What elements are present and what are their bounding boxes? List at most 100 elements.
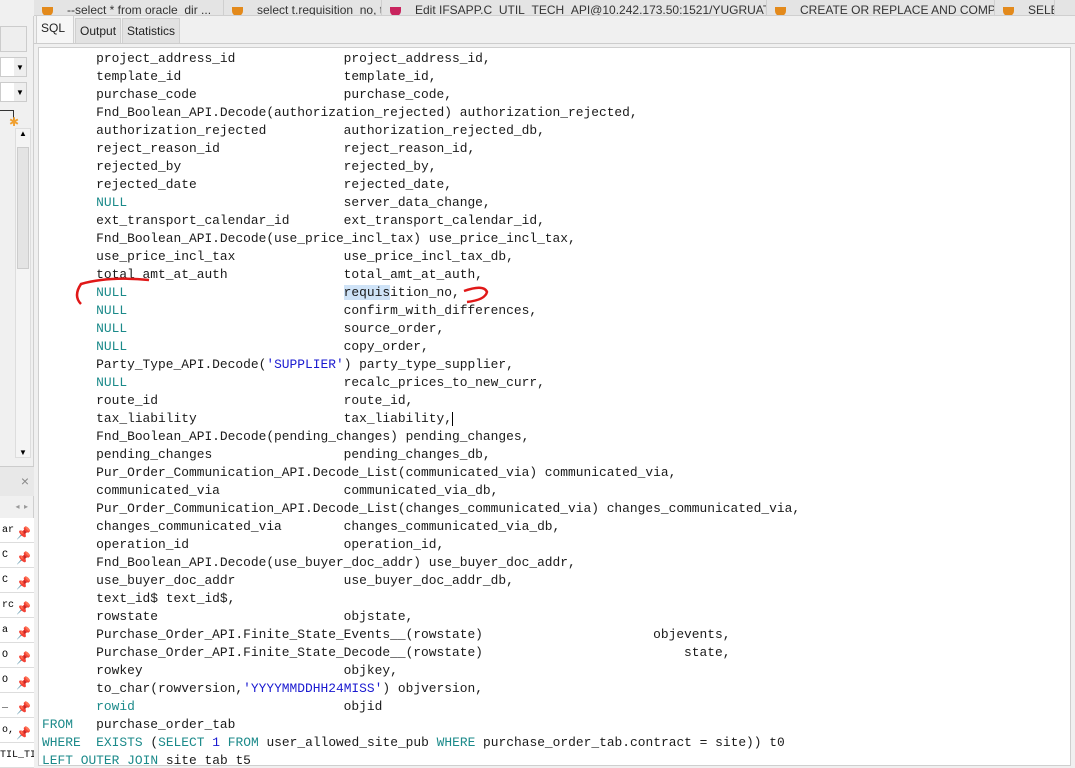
pinned-item[interactable]: _ 📌 xyxy=(0,693,34,718)
code-expression: NULL xyxy=(96,375,128,390)
pin-icon[interactable]: 📌 xyxy=(16,722,31,742)
text-cursor xyxy=(451,411,453,426)
tab-statistics[interactable]: Statistics xyxy=(122,18,181,43)
code-token: Party_Type_API.Decode( xyxy=(96,357,267,372)
pin-icon[interactable]: 📌 xyxy=(16,672,31,692)
pinned-item-label: C xyxy=(2,575,9,586)
code-token: Fnd_Boolean_API.Decode(pending_changes) … xyxy=(96,429,530,444)
code-line: route_id route_id, xyxy=(42,392,800,410)
code-token: text_id$ text_id$, xyxy=(96,591,236,606)
left-nav-arrows[interactable]: ◂ ▸ xyxy=(0,496,34,518)
code-line: Purchase_Order_API.Finite_State_Decode__… xyxy=(42,644,800,662)
pin-icon[interactable]: 📌 xyxy=(16,647,31,667)
left-scrollbar[interactable]: ▲ ▼ xyxy=(15,128,31,458)
pinned-item[interactable]: o, 📌 xyxy=(0,718,34,743)
document-tab[interactable]: --select * from oracle_dir ... xyxy=(34,0,224,15)
code-line: pending_changes pending_changes_db, xyxy=(42,446,800,464)
pin-icon[interactable]: 📌 xyxy=(16,522,31,542)
code-line: communicated_via communicated_via_db, xyxy=(42,482,800,500)
code-alias: objstate, xyxy=(343,609,414,624)
pinned-item[interactable]: C 📌 xyxy=(0,543,34,568)
pinned-item[interactable]: rc 📌 xyxy=(0,593,34,618)
pinned-item[interactable]: O 📌 xyxy=(0,643,34,668)
sub-tabs: SQL Output Statistics xyxy=(34,15,1075,44)
tab-sql[interactable]: SQL xyxy=(36,15,75,43)
code-line: text_id$ text_id$, xyxy=(42,590,800,608)
document-tab[interactable]: SELEC xyxy=(995,0,1055,15)
close-icon[interactable]: × xyxy=(0,466,34,496)
tab-output[interactable]: Output xyxy=(75,18,122,43)
pin-icon[interactable]: 📌 xyxy=(16,697,31,717)
sql-editor[interactable]: project_address_id project_address_id, tem… xyxy=(38,47,1071,766)
code-alias: use_buyer_doc_addr_db, xyxy=(343,573,514,588)
code-alias: operation_id, xyxy=(343,537,445,552)
scroll-thumb[interactable] xyxy=(17,147,29,269)
left-dropdown-1[interactable]: ▼ xyxy=(0,57,27,77)
left-panel: ▼ ▼ ✱ ▲ ▼ × ◂ ▸ ar 📌 C 📌 C 📌 rc 📌 a 📌 O 📌 O 📌 _ 📌 o, 📌 TIL… xyxy=(0,16,34,768)
code-token: ) objversion, xyxy=(382,681,483,696)
code-token: to_char(rowversion, xyxy=(96,681,244,696)
code-alias: recalc_prices_to_new_curr, xyxy=(343,375,545,390)
pinned-item-label: O xyxy=(2,675,9,686)
pinned-item[interactable]: C 📌 xyxy=(0,568,34,593)
pinned-item-label: O xyxy=(2,650,9,661)
database-icon xyxy=(1003,7,1014,15)
document-tab[interactable]: CREATE OR REPLACE AND COMP ... xyxy=(767,0,995,16)
code-expression: rowstate xyxy=(96,609,159,624)
chevron-down-icon: ▼ xyxy=(14,58,26,76)
document-tab[interactable]: Edit IFSAPP.C_UTIL_TECH_API@10.242.173.5… xyxy=(382,0,767,16)
document-tab-label: Edit IFSAPP.C_UTIL_TECH_API@10.242.173.5… xyxy=(415,3,767,16)
pin-icon[interactable]: 📌 xyxy=(16,597,31,617)
document-tab-label: CREATE OR REPLACE AND COMP ... xyxy=(800,3,995,16)
code-token: LEFT xyxy=(42,753,73,766)
pin-icon[interactable]: 📌 xyxy=(16,572,31,592)
database-icon xyxy=(775,7,786,15)
pinned-item-label: a xyxy=(2,625,9,636)
left-dropdown-2[interactable]: ▼ xyxy=(0,82,27,102)
pinned-item[interactable]: O 📌 xyxy=(0,668,34,693)
code-token: WHERE xyxy=(42,735,81,750)
document-tab[interactable]: select t.requisition_no, t ... xyxy=(224,0,382,15)
scroll-up-icon: ▲ xyxy=(19,129,27,138)
code-token: 1 xyxy=(212,735,220,750)
scroll-down-icon: ▼ xyxy=(19,448,27,457)
code-token: Pur_Order_Communication_API.Decode_List(… xyxy=(96,501,801,516)
star-icon: ✱ xyxy=(9,115,20,129)
code-alias: objkey, xyxy=(343,663,398,678)
code-expression: use_buyer_doc_addr xyxy=(96,573,236,588)
pin-icon[interactable]: 📌 xyxy=(16,622,31,642)
code-token: 'SUPPLIER' xyxy=(266,357,344,372)
pinned-item[interactable]: a 📌 xyxy=(0,618,34,643)
left-panel-button[interactable] xyxy=(0,26,27,52)
code-expression: rowkey xyxy=(96,663,143,678)
pinned-item[interactable]: ar 📌 xyxy=(0,518,34,543)
chevron-down-icon: ▼ xyxy=(14,83,26,101)
code-line: operation_id operation_id, xyxy=(42,536,800,554)
code-expression: pending_changes xyxy=(96,447,213,462)
code-line: LEFT OUTER JOIN site tab t5 xyxy=(42,752,800,766)
pinned-item[interactable]: TIL_TI xyxy=(0,743,34,768)
pinned-item-label: ar xyxy=(2,525,15,536)
code-alias: changes_communicated_via_db, xyxy=(343,519,561,534)
code-token: FROM xyxy=(227,735,259,750)
pinned-item-label: o, xyxy=(2,725,15,736)
code-token: site tab t5 xyxy=(158,753,251,766)
code-line: to_char(rowversion,'YYYYMMDDHH24MISS') o… xyxy=(42,680,800,698)
code-expression: rowid xyxy=(96,699,135,714)
code-line: Fnd_Boolean_API.Decode(use_buyer_doc_add… xyxy=(42,554,800,572)
pinned-item-label: C xyxy=(2,550,9,561)
code-expression: communicated_via xyxy=(96,483,220,498)
code-expression: changes_communicated_via xyxy=(96,519,282,534)
code-token: user_allowed_site_pub xyxy=(258,735,437,750)
code-token: ( xyxy=(142,735,159,750)
code-token: purchase_order_tab xyxy=(72,717,236,732)
code-token: 'YYYYMMDDHH24MISS' xyxy=(243,681,383,696)
pin-icon[interactable]: 📌 xyxy=(16,547,31,567)
code-line: changes_communicated_via changes_communic… xyxy=(42,518,800,536)
code-line: rowid objid xyxy=(42,698,800,716)
code-token: Purchase_Order_API.Finite_State_Decode__… xyxy=(96,645,731,660)
code-expression: route_id xyxy=(96,393,159,408)
